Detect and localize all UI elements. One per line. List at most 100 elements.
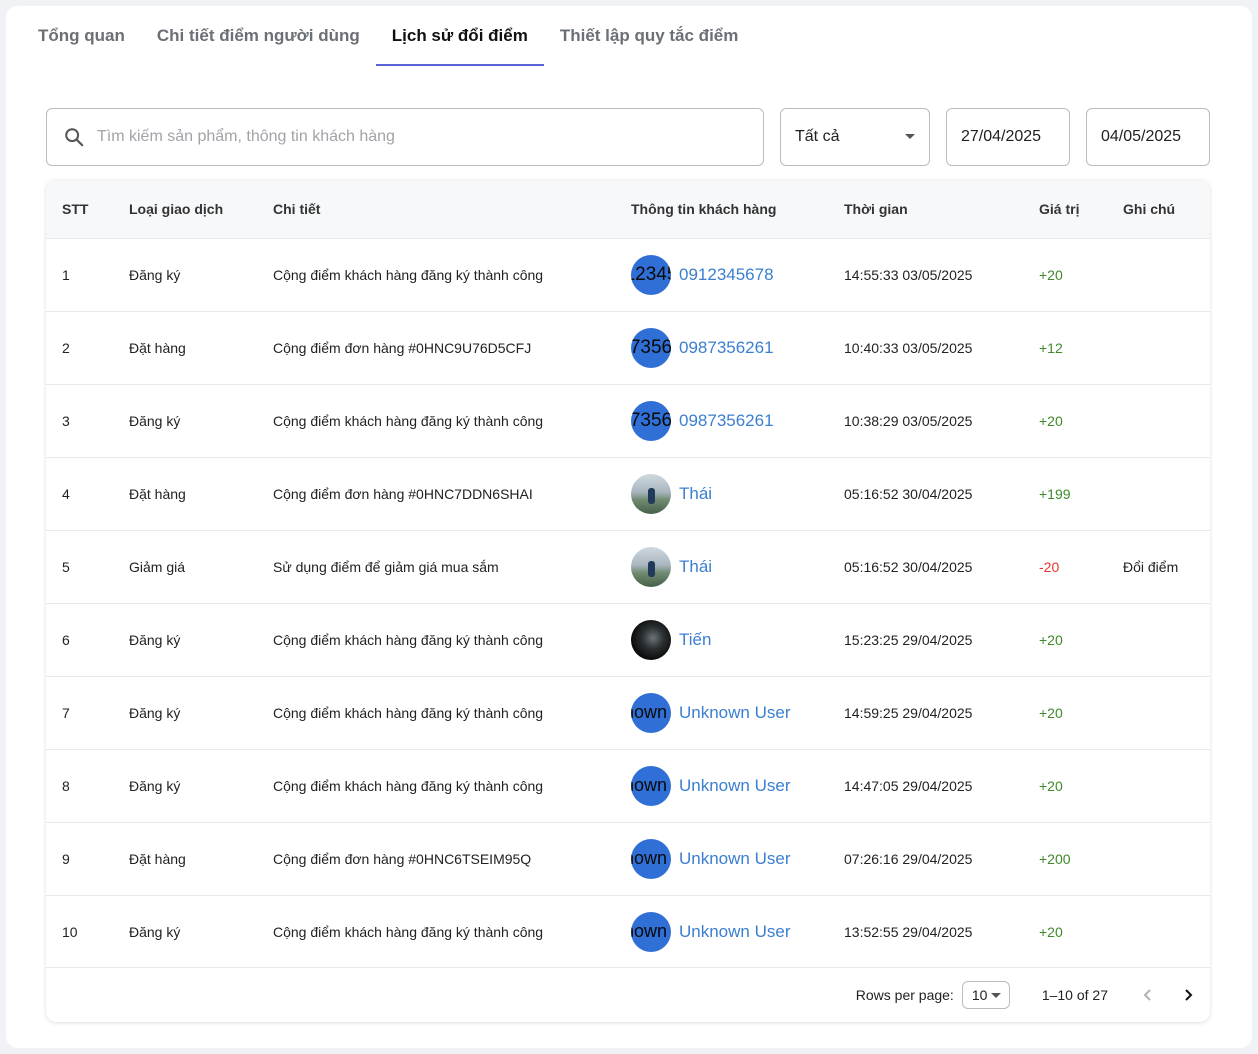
cell-stt: 10 <box>62 923 78 940</box>
cell-time: 07:26:16 29/04/2025 <box>844 850 973 867</box>
tab-user-points-detail[interactable]: Chi tiết điểm người dùng <box>141 6 376 66</box>
rows-per-page-select[interactable]: 10 <box>961 981 1010 1009</box>
cell-note <box>1107 822 1210 895</box>
cell-stt: 2 <box>62 339 70 356</box>
transaction-type-select[interactable]: Tất cả <box>780 108 930 166</box>
avatar: Unknown User <box>631 838 671 879</box>
chevron-down-icon <box>990 993 1001 998</box>
cell-note <box>1107 384 1210 457</box>
cell-detail: Cộng điểm khách hàng đăng ký thành công <box>273 266 544 283</box>
cell-type: Đăng ký <box>129 704 181 721</box>
cell-customer: 7356 0987356261 <box>615 311 828 384</box>
cell-customer: 7356 0987356261 <box>615 384 828 457</box>
cell-time: 14:59:25 29/04/2025 <box>844 704 973 721</box>
cell-time: 13:52:55 29/04/2025 <box>844 923 973 940</box>
search-icon <box>65 128 84 147</box>
pagination-range: 1–10 of 27 <box>1041 987 1108 1003</box>
customer-link[interactable]: Thái <box>679 557 712 577</box>
table-row: 1 Đăng ký Cộng điểm khách hàng đăng ký t… <box>46 238 1210 311</box>
header-customer-info: Thông tin khách hàng <box>631 200 777 217</box>
cell-note: Đổi điểm <box>1123 558 1179 575</box>
cell-customer: Unknown User Unknown User <box>615 895 828 968</box>
avatar <box>631 473 671 514</box>
cell-type: Đặt hàng <box>129 485 186 502</box>
header-detail: Chi tiết <box>273 200 321 217</box>
cell-time: 14:55:33 03/05/2025 <box>844 266 973 283</box>
cell-type: Đăng ký <box>129 923 181 940</box>
avatar: Unknown User <box>631 692 671 733</box>
cell-stt: 8 <box>62 777 70 794</box>
tab-overview[interactable]: Tổng quan <box>22 6 141 66</box>
cell-detail: Cộng điểm khách hàng đăng ký thành công <box>273 923 544 940</box>
pagination-bar: Rows per page: 10 1–10 of 27 <box>46 967 1210 1022</box>
date-from-field[interactable]: 27/04/2025 <box>946 108 1070 166</box>
cell-value: +20 <box>1039 704 1063 721</box>
cell-customer: Thái <box>615 530 828 603</box>
rows-per-page-value: 10 <box>971 987 988 1003</box>
cell-customer: Unknown User Unknown User <box>615 676 828 749</box>
table-row: 6 Đăng ký Cộng điểm khách hàng đăng ký t… <box>46 603 1210 676</box>
avatar: 7356 <box>631 400 671 441</box>
cell-note <box>1107 895 1210 968</box>
previous-page-button[interactable] <box>1136 983 1160 1007</box>
cell-time: 15:23:25 29/04/2025 <box>844 631 973 648</box>
avatar <box>631 619 671 660</box>
customer-link[interactable]: 0987356261 <box>679 338 774 358</box>
cell-value: +200 <box>1039 850 1071 867</box>
cell-stt: 9 <box>62 850 70 867</box>
cell-value: +12 <box>1039 339 1063 356</box>
cell-customer: Thái <box>615 457 828 530</box>
cell-stt: 4 <box>62 485 70 502</box>
customer-link[interactable]: 0912345678 <box>679 265 774 285</box>
cell-detail: Cộng điểm đơn hàng #0HNC6TSEIM95Q <box>273 850 532 867</box>
table-row: 10 Đăng ký Cộng điểm khách hàng đăng ký … <box>46 895 1210 968</box>
avatar: 7356 <box>631 327 671 368</box>
table-row: 8 Đăng ký Cộng điểm khách hàng đăng ký t… <box>46 749 1210 822</box>
cell-value: +20 <box>1039 777 1063 794</box>
table-row: 4 Đặt hàng Cộng điểm đơn hàng #0HNC7DDN6… <box>46 457 1210 530</box>
cell-detail: Cộng điểm khách hàng đăng ký thành công <box>273 631 544 648</box>
cell-customer: Unknown User Unknown User <box>615 749 828 822</box>
table-row: 5 Giảm giá Sử dụng điểm để giảm giá mua … <box>46 530 1210 603</box>
cell-type: Đặt hàng <box>129 339 186 356</box>
date-to-field[interactable]: 04/05/2025 <box>1086 108 1210 166</box>
table-row: 3 Đăng ký Cộng điểm khách hàng đăng ký t… <box>46 384 1210 457</box>
page-container: Tổng quan Chi tiết điểm người dùng Lịch … <box>6 6 1252 1048</box>
cell-value: -20 <box>1039 558 1060 575</box>
cell-stt: 1 <box>62 266 70 283</box>
cell-note <box>1107 676 1210 749</box>
cell-type: Đăng ký <box>129 777 181 794</box>
chevron-left-icon <box>1143 989 1151 1001</box>
search-box[interactable] <box>46 108 764 166</box>
cell-value: +20 <box>1039 266 1063 283</box>
header-note: Ghi chú <box>1123 200 1176 217</box>
cell-detail: Cộng điểm khách hàng đăng ký thành công <box>273 704 544 721</box>
customer-link[interactable]: Tiến <box>679 630 711 650</box>
cell-stt: 7 <box>62 704 70 721</box>
cell-detail: Cộng điểm đơn hàng #0HNC7DDN6SHAI <box>273 485 533 502</box>
cell-note <box>1107 603 1210 676</box>
cell-note <box>1107 749 1210 822</box>
customer-link[interactable]: 0987356261 <box>679 411 774 431</box>
next-page-button[interactable] <box>1176 983 1200 1007</box>
search-input[interactable] <box>95 116 763 158</box>
cell-value: +20 <box>1039 923 1063 940</box>
tab-points-history[interactable]: Lịch sử đổi điểm <box>375 6 544 66</box>
cell-customer: Tiến <box>615 603 828 676</box>
header-time: Thời gian <box>844 200 908 217</box>
cell-note <box>1107 311 1210 384</box>
customer-link[interactable]: Thái <box>679 484 712 504</box>
customer-link[interactable]: Unknown User <box>679 703 791 723</box>
header-stt: STT <box>62 200 89 217</box>
rows-per-page-label: Rows per page: <box>855 987 954 1003</box>
avatar: Unknown User <box>631 765 671 806</box>
cell-type: Giảm giá <box>129 558 186 575</box>
cell-type: Đăng ký <box>129 266 181 283</box>
customer-link[interactable]: Unknown User <box>679 922 791 942</box>
customer-link[interactable]: Unknown User <box>679 776 791 796</box>
chevron-right-icon <box>1185 989 1193 1001</box>
cell-time: 10:38:29 03/05/2025 <box>844 412 973 429</box>
tab-points-rules[interactable]: Thiết lập quy tắc điểm <box>544 6 755 66</box>
cell-detail: Cộng điểm khách hàng đăng ký thành công <box>273 777 544 794</box>
customer-link[interactable]: Unknown User <box>679 849 791 869</box>
